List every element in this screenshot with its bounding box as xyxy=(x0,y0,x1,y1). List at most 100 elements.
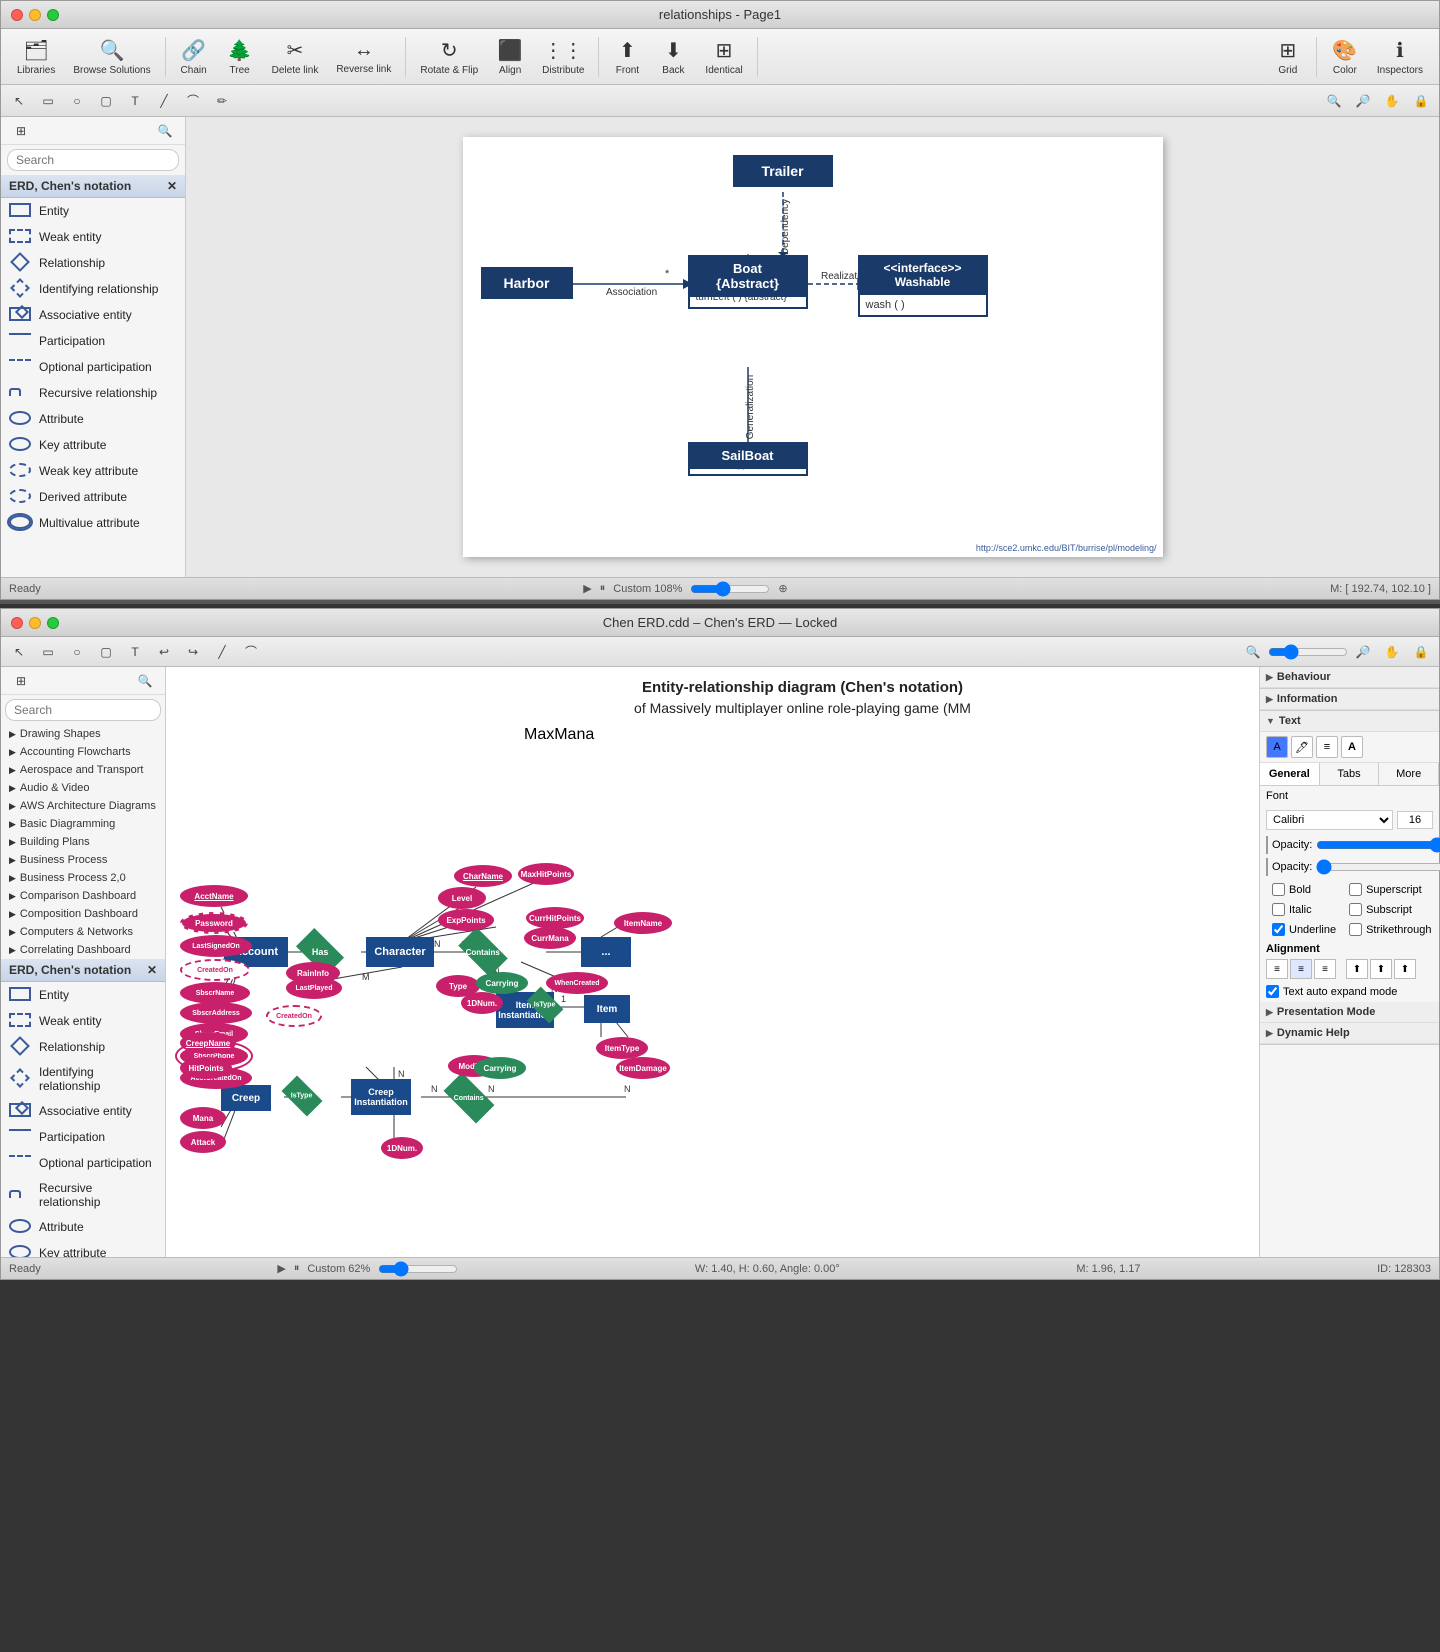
sidebar-item-weak-key[interactable]: Weak key attribute xyxy=(1,458,185,484)
sidebar-item-key-attr[interactable]: _ Key attribute xyxy=(1,432,185,458)
maxhitpoints-attr[interactable]: MaxHitPoints xyxy=(518,863,574,885)
sidebar-item-relationship[interactable]: Relationship xyxy=(1,250,185,276)
sailboat-box[interactable]: SailBoat turnRight ( ) turnLeft ( ) xyxy=(688,442,808,476)
acctname-attr[interactable]: AcctName xyxy=(180,885,248,907)
password-attr[interactable]: Password xyxy=(180,912,248,934)
category-close-icon[interactable]: ✕ xyxy=(167,179,177,193)
valign-bottom[interactable]: ⬆ xyxy=(1394,959,1416,979)
bold-checkbox[interactable] xyxy=(1272,883,1285,896)
text-tool[interactable]: T xyxy=(121,89,149,113)
bottom-grid-btn[interactable]: ⊞ xyxy=(7,669,35,693)
rect-tool-2[interactable]: ▭ xyxy=(34,640,62,664)
sbscrname-attr[interactable]: SbscrName xyxy=(180,982,250,1004)
sidebar-item-weak-entity[interactable]: Weak entity xyxy=(1,224,185,250)
text-color-btn[interactable]: A xyxy=(1266,736,1288,758)
bottom-sidebar-identifying[interactable]: Identifying relationship xyxy=(1,1060,165,1098)
zoom-max-1[interactable]: ⊕ xyxy=(778,582,787,595)
ds-accounting[interactable]: ▶ Accounting Flowcharts xyxy=(1,743,165,761)
canvas-area-1[interactable]: Dependency Association * Realization Gen… xyxy=(186,117,1439,577)
sidebar-item-optional[interactable]: Optional participation xyxy=(1,354,185,380)
superscript-checkbox[interactable] xyxy=(1349,883,1362,896)
tab-general[interactable]: General xyxy=(1260,763,1320,785)
close-button[interactable] xyxy=(11,9,23,21)
zoom-in-2[interactable]: 🔍 xyxy=(1239,640,1267,664)
ds-comparison[interactable]: ▶ Comparison Dashboard xyxy=(1,887,165,905)
bottom-sidebar-key-attr[interactable]: Key attribute xyxy=(1,1240,165,1257)
sidebar-item-identifying[interactable]: Identifying relationship xyxy=(1,276,185,302)
sidebar-item-associative[interactable]: Associative entity xyxy=(1,302,185,328)
search-input-1[interactable] xyxy=(7,149,179,171)
lastsignedon-attr[interactable]: LastSignedOn xyxy=(180,935,252,957)
line-tool[interactable]: ╱ xyxy=(150,89,178,113)
strikethrough-checkbox[interactable] xyxy=(1349,923,1362,936)
currhitpoints-attr[interactable]: CurrHitPoints xyxy=(526,907,584,929)
pause-btn-2[interactable]: ⏸ xyxy=(294,1262,300,1275)
opacity-slider-1[interactable] xyxy=(1316,837,1440,853)
tab-tabs[interactable]: Tabs xyxy=(1320,763,1380,785)
sidebar-grid-btn[interactable]: ⊞ xyxy=(7,119,35,143)
toolbar-delete-link[interactable]: ✂ Delete link xyxy=(264,34,327,80)
contains-relation[interactable]: Contains xyxy=(458,927,507,976)
bottom-sidebar-associative[interactable]: Associative entity xyxy=(1,1098,165,1124)
canvas-paper-1[interactable]: Dependency Association * Realization Gen… xyxy=(463,137,1163,557)
align-center[interactable]: ≡ xyxy=(1290,959,1312,979)
creepname-attr[interactable]: CreepName xyxy=(180,1032,236,1054)
toolbar-grid[interactable]: ⊞ Grid xyxy=(1266,34,1310,80)
text-format-btn[interactable]: A xyxy=(1341,736,1363,758)
toolbar-identical[interactable]: ⊞ Identical xyxy=(697,34,750,80)
ds-correlating[interactable]: ▶ Correlating Dashboard xyxy=(1,941,165,959)
creep-instantiation-entity[interactable]: CreepInstantiation xyxy=(351,1079,411,1115)
rect-tool[interactable]: ▭ xyxy=(34,89,62,113)
bottom-sidebar-optional[interactable]: Optional participation xyxy=(1,1150,165,1176)
lock-tool[interactable]: 🔒 xyxy=(1407,89,1435,113)
ds-building[interactable]: ▶ Building Plans xyxy=(1,833,165,851)
idnum-ci-attr[interactable]: 1DNum. xyxy=(381,1137,423,1159)
ds-computers[interactable]: ▶ Computers & Networks xyxy=(1,923,165,941)
ds-business[interactable]: ▶ Business Process xyxy=(1,851,165,869)
dynamic-help-header[interactable]: ▶ Dynamic Help xyxy=(1260,1023,1439,1044)
createdon2-attr[interactable]: CreatedOn xyxy=(266,1005,322,1027)
opacity-slider-2[interactable] xyxy=(1316,859,1440,875)
carrying-top-attr[interactable]: Carrying xyxy=(476,972,528,994)
category-header-2[interactable]: ERD, Chen's notation ✕ xyxy=(1,959,165,982)
ds-audio[interactable]: ▶ Audio & Video xyxy=(1,779,165,797)
maxmana-attr[interactable]: MaxMana xyxy=(524,726,594,744)
zoom-slider-1[interactable] xyxy=(690,581,770,597)
washable-box[interactable]: <<interface>>Washable wash ( ) xyxy=(858,255,988,317)
text-auto-expand-checkbox[interactable] xyxy=(1266,985,1279,998)
sidebar-item-multivalue[interactable]: Multivalue attribute xyxy=(1,510,185,536)
toolbar-inspectors[interactable]: ℹ Inspectors xyxy=(1369,34,1431,80)
subscript-checkbox[interactable] xyxy=(1349,903,1362,916)
text-header[interactable]: ▼ Text xyxy=(1260,711,1439,732)
bottom-sidebar-recursive[interactable]: Recursive relationship xyxy=(1,1176,165,1214)
toolbar-align[interactable]: ⬛ Align xyxy=(488,34,532,80)
circle-tool-2[interactable]: ○ xyxy=(63,640,91,664)
toolbar-distribute[interactable]: ⋮⋮ Distribute xyxy=(534,34,592,80)
contains-bottom-relation[interactable]: Contains xyxy=(444,1073,495,1124)
ds-composition[interactable]: ▶ Composition Dashboard xyxy=(1,905,165,923)
maximize-button-2[interactable] xyxy=(47,617,59,629)
redo-btn[interactable]: ↪ xyxy=(179,640,207,664)
currmana-attr[interactable]: CurrMana xyxy=(524,927,576,949)
itemtype-attr[interactable]: ItemType xyxy=(596,1037,648,1059)
itemdamage-attr[interactable]: ItemDamage xyxy=(616,1057,670,1079)
ds-aws[interactable]: ▶ AWS Architecture Diagrams xyxy=(1,797,165,815)
toolbar-front[interactable]: ⬆ Front xyxy=(605,34,649,80)
ds-aerospace[interactable]: ▶ Aerospace and Transport xyxy=(1,761,165,779)
minimize-button[interactable] xyxy=(29,9,41,21)
bottom-sidebar-entity[interactable]: Entity xyxy=(1,982,165,1008)
sbscraddress-attr[interactable]: SbscrAddress xyxy=(180,1002,252,1024)
align-left[interactable]: ≡ xyxy=(1266,959,1288,979)
behaviour-header[interactable]: ▶ Behaviour xyxy=(1260,667,1439,688)
bottom-search-btn[interactable]: 🔍 xyxy=(131,669,159,693)
pointer-tool[interactable]: ↖ xyxy=(5,89,33,113)
item-entity[interactable]: Item xyxy=(584,995,630,1023)
toolbar-back[interactable]: ⬇ Back xyxy=(651,34,695,80)
sidebar-search-btn[interactable]: 🔍 xyxy=(151,119,179,143)
pointer-tool-2[interactable]: ↖ xyxy=(5,640,33,664)
istype-bottom-relation[interactable]: IsType xyxy=(281,1075,322,1116)
charname-attr[interactable]: CharName xyxy=(454,865,512,887)
character-entity[interactable]: Character xyxy=(366,937,434,967)
toolbar-chain[interactable]: 🔗 Chain xyxy=(172,34,216,80)
play-btn[interactable]: ▶ xyxy=(583,582,591,595)
